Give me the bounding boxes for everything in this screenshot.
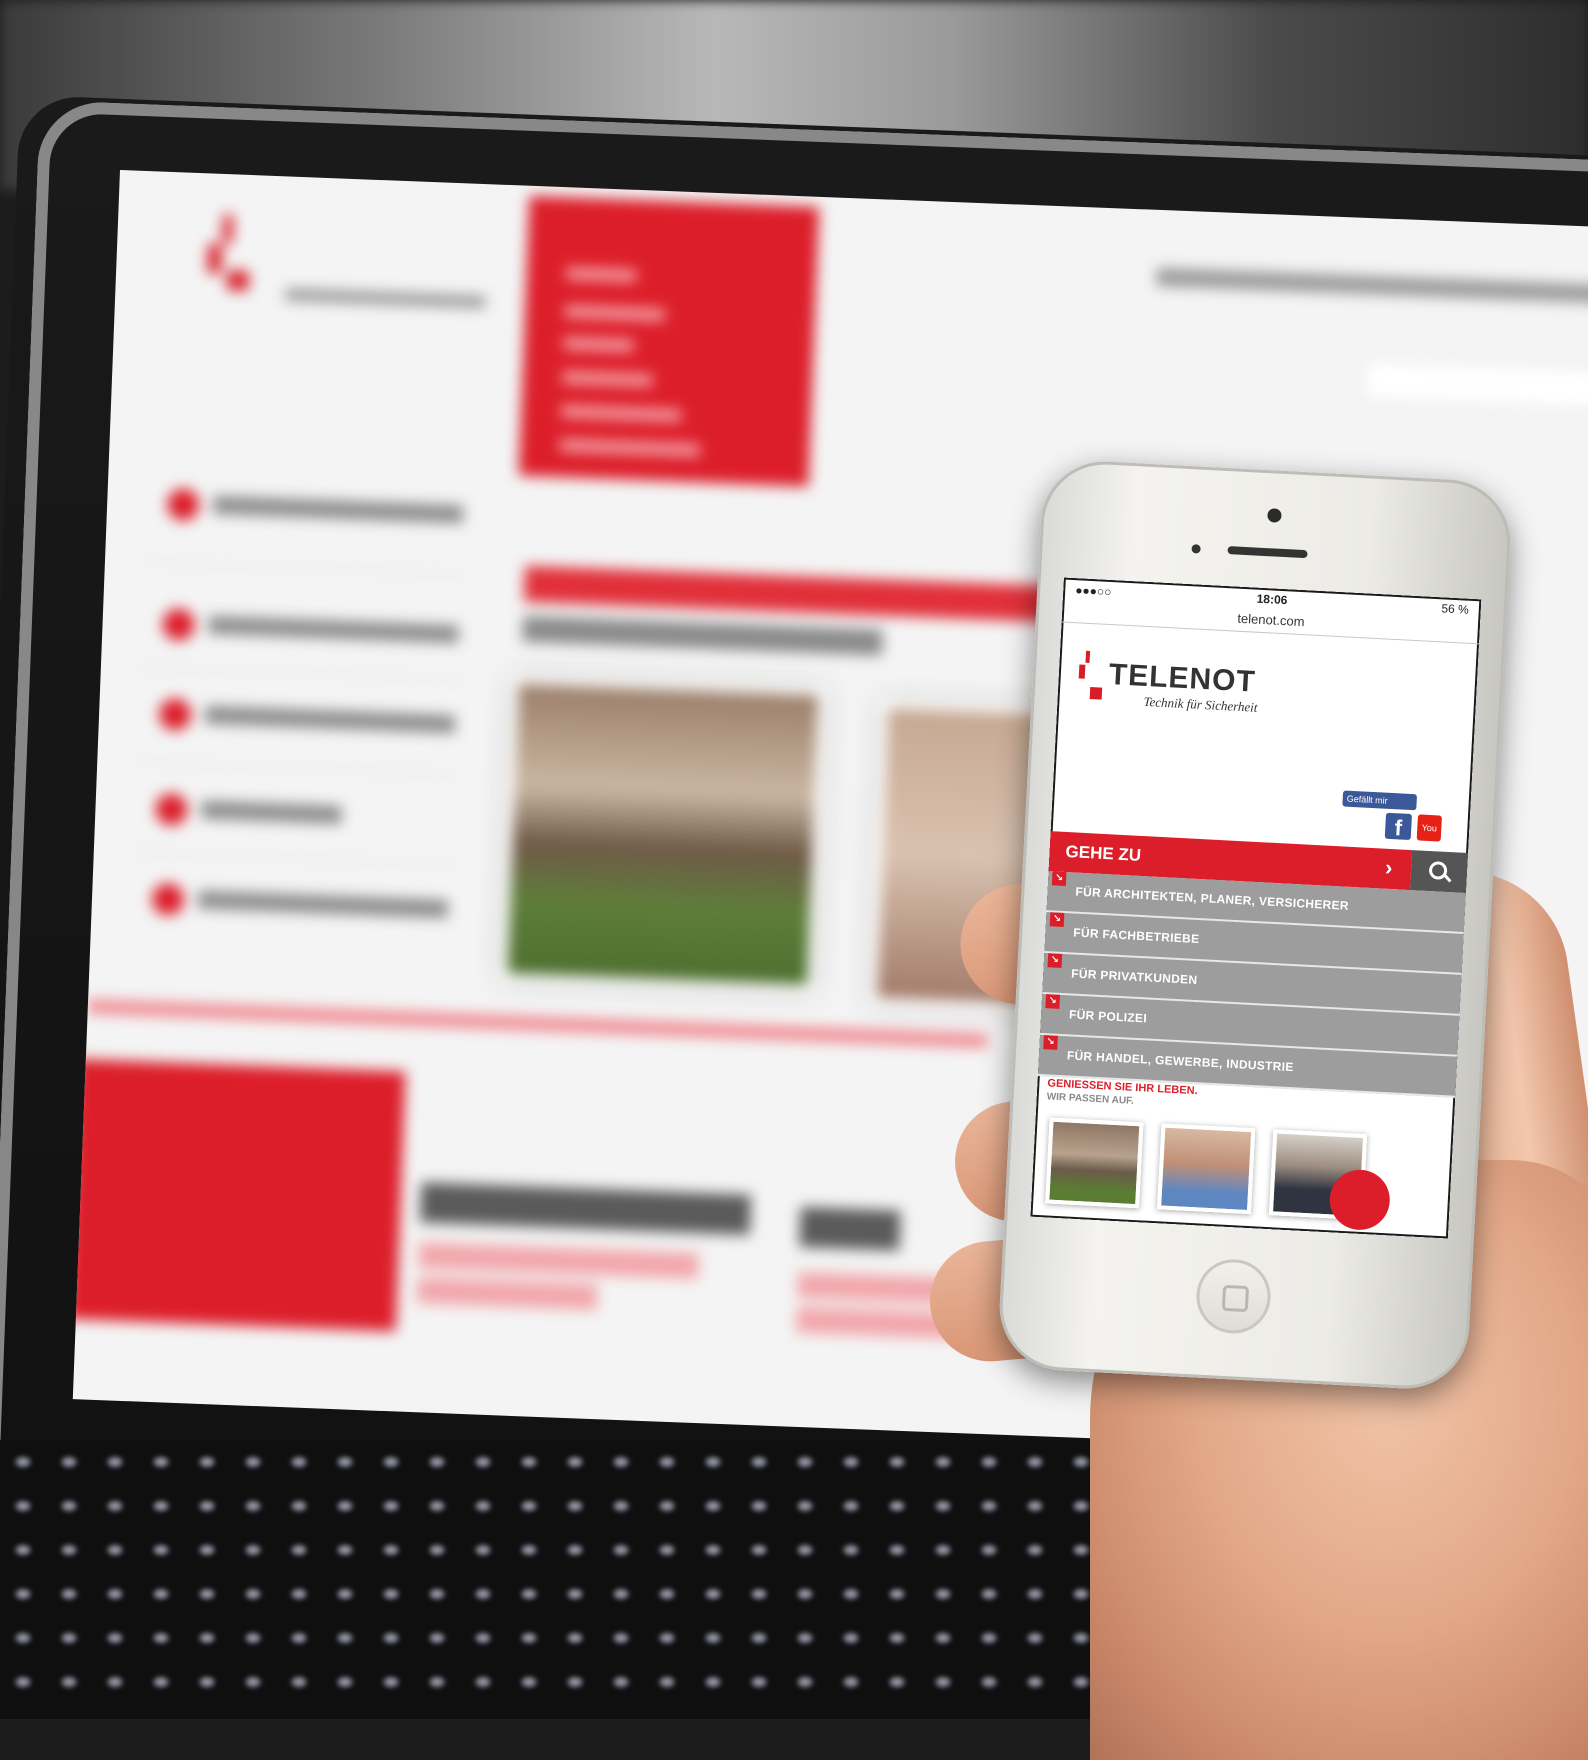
arrow-badge-icon: ↘ (1045, 994, 1061, 1009)
laptop-divider (87, 999, 988, 1048)
laptop-search-box (1362, 357, 1588, 413)
menu-item-label: FÜR FACHBETRIEBE (1072, 925, 1200, 947)
menu-item-label: FÜR HANDEL, GEWERBE, INDUSTRIE (1066, 1048, 1294, 1075)
arrow-badge-icon: ↘ (1049, 912, 1065, 927)
smartphone: ●●●○○ 18:06 56 % telenot.com TELENOT Tec… (996, 458, 1514, 1392)
laptop-top-nav (1156, 267, 1588, 305)
laptop-sidebar-item (158, 692, 490, 765)
laptop-sidebar-rule (144, 561, 465, 576)
teaser-thumb-parents-child[interactable] (1156, 1123, 1256, 1215)
search-icon (1428, 861, 1448, 880)
laptop-sidebar-item (161, 602, 493, 675)
laptop-logo-mark (200, 213, 263, 295)
laptop-sidebar-item (151, 877, 483, 950)
laptop-link-line (418, 1242, 699, 1279)
phone-screen: ●●●○○ 18:06 56 % telenot.com TELENOT Tec… (1030, 577, 1482, 1239)
red-sticker-badge[interactable] (1328, 1168, 1392, 1232)
arrow-badge-icon: ↘ (1051, 871, 1067, 887)
laptop-logo-tagline (285, 288, 486, 309)
laptop-sidebar-item (166, 482, 498, 555)
battery-indicator: 56 % (1441, 601, 1470, 617)
arrow-badge-icon: ↘ (1047, 953, 1063, 968)
teaser-subtitle: WIR PASSEN AUF. (1046, 1091, 1135, 1107)
menu-item-label: FÜR ARCHITEKTEN, PLANER, VERSICHERER (1075, 884, 1350, 913)
teaser-thumb-family[interactable] (1045, 1117, 1144, 1209)
arrow-badge-icon: ↘ (1043, 1035, 1058, 1050)
laptop-red-box (72, 1058, 406, 1332)
laptop-sidebar-item (154, 787, 486, 860)
chevron-right-icon: › (1384, 854, 1394, 881)
site-logo-text[interactable]: TELENOT (1108, 658, 1257, 700)
laptop-section-title (419, 1182, 752, 1235)
goto-label: GEHE ZU (1065, 841, 1142, 865)
youtube-icon[interactable]: You (1416, 814, 1442, 842)
menu-item-label: FÜR PRIVATKUNDEN (1070, 966, 1198, 988)
facebook-like-button[interactable]: Gefällt mir (1342, 790, 1418, 811)
home-square-icon (1221, 1284, 1250, 1313)
laptop-sidebar-rule (137, 761, 458, 776)
laptop-headline (523, 565, 1085, 624)
laptop-section-title (799, 1206, 901, 1251)
search-button[interactable] (1410, 850, 1469, 893)
laptop-subheadline (522, 615, 883, 656)
audience-menu: ↘ FÜR ARCHITEKTEN, PLANER, VERSICHERER ↘… (1037, 871, 1466, 1098)
facebook-icon[interactable]: f (1384, 812, 1413, 841)
menu-item-label: FÜR POLIZEI (1068, 1007, 1148, 1026)
laptop-link-line (416, 1277, 598, 1311)
social-links: Gefällt mir f You (1341, 790, 1453, 842)
laptop-photo-family (499, 675, 827, 994)
